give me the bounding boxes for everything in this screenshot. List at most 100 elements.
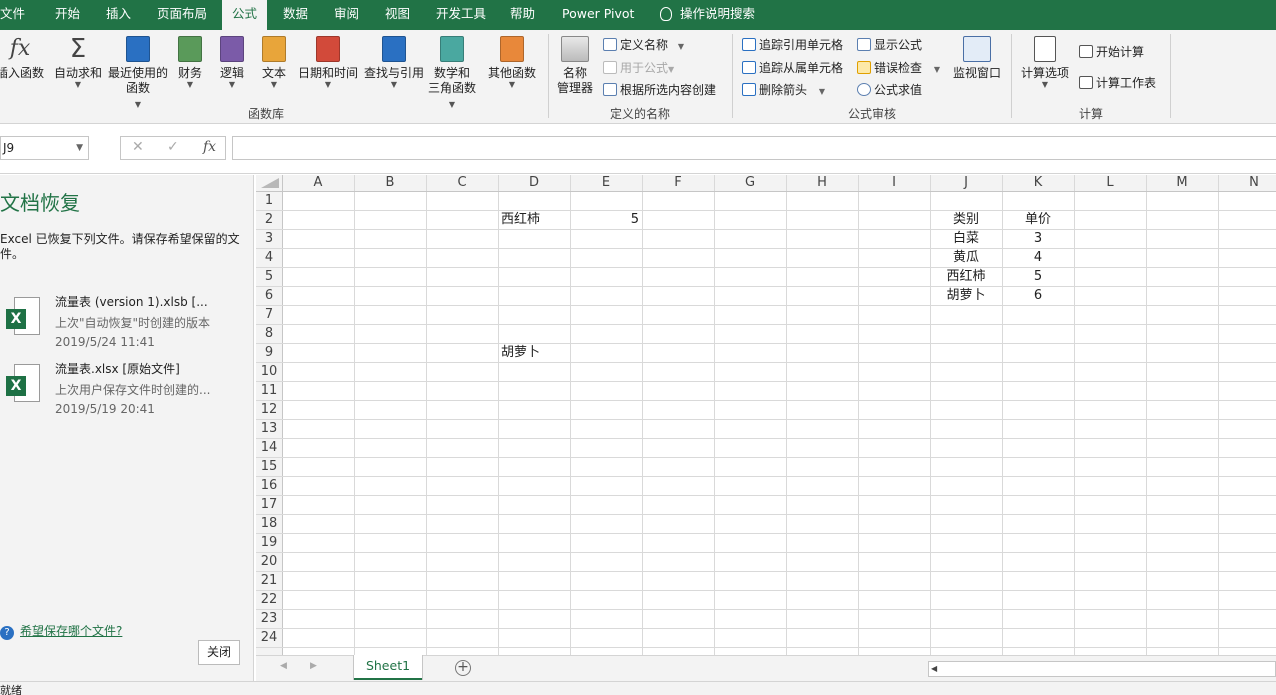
- column-header[interactable]: K: [1002, 175, 1074, 191]
- tab-2[interactable]: 插入: [106, 0, 131, 30]
- remove-arrows-button[interactable]: 删除箭头 ▼: [742, 82, 825, 100]
- define-name-button[interactable]: 定义名称 ▼: [603, 37, 684, 55]
- row-header[interactable]: 6: [256, 286, 282, 305]
- function-button-2[interactable]: 最近使用的 函数 ▼: [108, 36, 168, 111]
- error-checking-button[interactable]: 错误检查 ▼: [857, 60, 940, 78]
- cell-d2[interactable]: 西红柿: [498, 210, 570, 229]
- column-header[interactable]: C: [426, 175, 498, 191]
- column-header[interactable]: A: [282, 175, 354, 191]
- row-header[interactable]: 10: [256, 362, 282, 381]
- function-button-1[interactable]: Σ 自动求和 ▼: [54, 36, 102, 89]
- column-header[interactable]: B: [354, 175, 426, 191]
- cell-e2[interactable]: 5: [570, 210, 642, 229]
- row-header[interactable]: 21: [256, 571, 282, 590]
- tab-1[interactable]: 开始: [55, 0, 80, 30]
- function-button-8[interactable]: 数学和 三角函数 ▼: [428, 36, 476, 111]
- create-from-selection-button[interactable]: 根据所选内容创建: [603, 82, 716, 98]
- row-header[interactable]: 20: [256, 552, 282, 571]
- watch-window-button[interactable]: 监视窗口: [953, 36, 1001, 81]
- cell-k4[interactable]: 4: [1002, 248, 1074, 267]
- tab-3[interactable]: 页面布局: [157, 0, 207, 30]
- column-header[interactable]: N: [1218, 175, 1276, 191]
- column-header[interactable]: J: [930, 175, 1002, 191]
- function-button-4[interactable]: 逻辑 ▼: [220, 36, 244, 89]
- column-header[interactable]: F: [642, 175, 714, 191]
- calc-options-button[interactable]: 计算选项 ▼: [1021, 36, 1069, 89]
- function-button-3[interactable]: 财务 ▼: [178, 36, 202, 89]
- name-box[interactable]: J9 ▼: [0, 136, 89, 160]
- column-header[interactable]: D: [498, 175, 570, 191]
- tab-4[interactable]: 公式: [222, 0, 268, 31]
- cell-j5[interactable]: 西红柿: [930, 267, 1002, 286]
- row-header[interactable]: 13: [256, 419, 282, 438]
- chevron-down-icon[interactable]: ▼: [76, 137, 83, 159]
- tab-9[interactable]: 帮助: [510, 0, 535, 30]
- close-button[interactable]: 关闭: [198, 640, 240, 665]
- calc-now-button[interactable]: 开始计算: [1079, 44, 1144, 60]
- row-header[interactable]: 11: [256, 381, 282, 400]
- show-formulas-button[interactable]: 显示公式: [857, 37, 922, 53]
- evaluate-formula-button[interactable]: 公式求值: [857, 82, 922, 98]
- function-button-5[interactable]: 文本 ▼: [262, 36, 286, 89]
- row-header[interactable]: 15: [256, 457, 282, 476]
- cell-j4[interactable]: 黄瓜: [930, 248, 1002, 267]
- row-header[interactable]: 3: [256, 229, 282, 248]
- add-sheet-button[interactable]: +: [455, 660, 471, 676]
- next-sheet-icon[interactable]: ▶: [310, 661, 317, 671]
- function-button-6[interactable]: 日期和时间 ▼: [298, 36, 358, 89]
- row-header[interactable]: 14: [256, 438, 282, 457]
- column-header[interactable]: E: [570, 175, 642, 191]
- help-link[interactable]: ? 希望保存哪个文件?: [0, 622, 122, 640]
- row-header[interactable]: 19: [256, 533, 282, 552]
- row-header[interactable]: 17: [256, 495, 282, 514]
- cell-k5[interactable]: 5: [1002, 267, 1074, 286]
- column-header[interactable]: H: [786, 175, 858, 191]
- function-button-7[interactable]: 查找与引用 ▼: [364, 36, 424, 89]
- worksheet-grid[interactable]: A B C D E F G H I J K L M N 1 2 3 4 5 6 7 8 9 10 11 12 13 14 15 16 17 1…: [256, 175, 1276, 655]
- enter-icon[interactable]: ✓: [167, 139, 179, 155]
- tab-8[interactable]: 开发工具: [436, 0, 486, 30]
- row-header[interactable]: 18: [256, 514, 282, 533]
- tab-6[interactable]: 审阅: [334, 0, 359, 30]
- row-header[interactable]: 24: [256, 628, 282, 647]
- row-header[interactable]: 9: [256, 343, 282, 362]
- row-header[interactable]: 1: [256, 191, 282, 210]
- prev-sheet-icon[interactable]: ◀: [280, 661, 287, 671]
- row-header[interactable]: 23: [256, 609, 282, 628]
- row-header[interactable]: 5: [256, 267, 282, 286]
- row-header[interactable]: 2: [256, 210, 282, 229]
- column-header[interactable]: G: [714, 175, 786, 191]
- function-button-9[interactable]: 其他函数 ▼: [488, 36, 536, 89]
- column-header[interactable]: L: [1074, 175, 1146, 191]
- recovered-file-item[interactable]: X 流量表.xlsx [原始文件] 上次用户保存文件时创建的... 2019/5/19…: [6, 360, 251, 420]
- cancel-icon[interactable]: ✕: [132, 139, 144, 155]
- cell-d9[interactable]: 胡萝卜: [498, 343, 570, 362]
- row-header[interactable]: 4: [256, 248, 282, 267]
- trace-dependents-button[interactable]: 追踪从属单元格: [742, 60, 843, 76]
- tell-me-search[interactable]: 操作说明搜索: [660, 0, 755, 30]
- column-header[interactable]: M: [1146, 175, 1218, 191]
- row-header[interactable]: 8: [256, 324, 282, 343]
- horizontal-scrollbar[interactable]: ◀: [928, 661, 1276, 677]
- row-header[interactable]: 12: [256, 400, 282, 419]
- tab-0[interactable]: 文件: [0, 0, 25, 30]
- column-header[interactable]: I: [858, 175, 930, 191]
- sheet-tab-sheet1[interactable]: Sheet1: [354, 655, 422, 680]
- row-header[interactable]: 16: [256, 476, 282, 495]
- cell-j3[interactable]: 白菜: [930, 229, 1002, 248]
- cell-k3[interactable]: 3: [1002, 229, 1074, 248]
- insert-function-icon[interactable]: fx: [203, 139, 216, 155]
- cell-j2[interactable]: 类别: [930, 210, 1002, 229]
- tab-7[interactable]: 视图: [385, 0, 410, 30]
- cell-j6[interactable]: 胡萝卜: [930, 286, 1002, 305]
- formula-input[interactable]: [232, 136, 1276, 160]
- tab-10[interactable]: Power Pivot: [562, 0, 634, 30]
- function-button-0[interactable]: fx 插入函数: [0, 36, 44, 81]
- trace-precedents-button[interactable]: 追踪引用单元格: [742, 37, 843, 53]
- row-header[interactable]: 22: [256, 590, 282, 609]
- use-in-formula-button[interactable]: 用于公式▼: [603, 60, 674, 78]
- cell-k6[interactable]: 6: [1002, 286, 1074, 305]
- row-header[interactable]: 7: [256, 305, 282, 324]
- calc-sheet-button[interactable]: 计算工作表: [1079, 75, 1156, 91]
- tab-5[interactable]: 数据: [283, 0, 308, 30]
